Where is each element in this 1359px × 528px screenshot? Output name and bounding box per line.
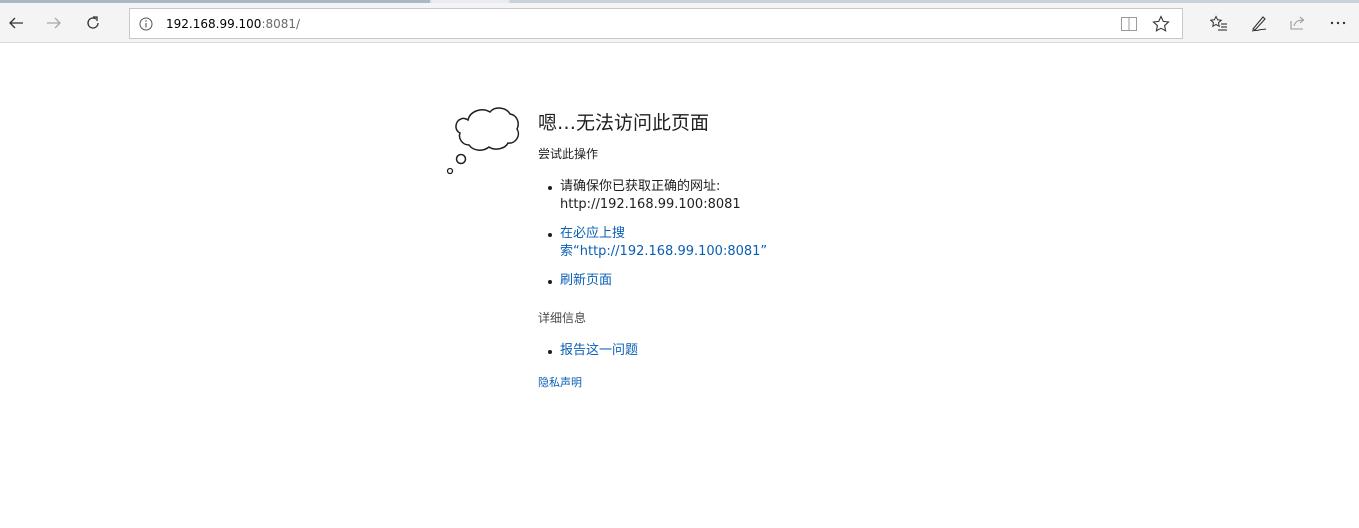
share-button[interactable] — [1282, 7, 1314, 39]
share-icon — [1290, 16, 1305, 30]
forward-arrow-icon — [47, 17, 61, 29]
details-list: 报告这一问题 — [538, 342, 938, 360]
details-heading: 详细信息 — [538, 311, 587, 325]
search-bing-link[interactable]: 在必应上搜 索“http://192.168.99.100:8081” — [560, 225, 938, 261]
more-icon — [1330, 21, 1346, 25]
pen-icon — [1251, 16, 1267, 32]
favorites-hub-button[interactable] — [1203, 7, 1235, 39]
address-bar[interactable]: 192.168.99.100:8081/ — [129, 8, 1183, 39]
refresh-icon — [87, 16, 99, 29]
more-button[interactable] — [1322, 7, 1354, 39]
back-arrow-icon — [9, 17, 23, 29]
error-main: 嗯…无法访问此页面 尝试此操作 请确保你已获取正确的网址: http://192… — [538, 110, 938, 390]
browser-toolbar: 192.168.99.100:8081/ — [0, 3, 1359, 43]
reading-view-icon[interactable] — [1120, 16, 1138, 32]
notes-button[interactable] — [1243, 7, 1275, 39]
back-button[interactable] — [0, 7, 32, 39]
list-item: 刷新页面 — [538, 272, 938, 290]
favorites-list-icon — [1210, 15, 1227, 31]
list-item: 在必应上搜 索“http://192.168.99.100:8081” — [538, 225, 938, 261]
forward-button[interactable] — [38, 7, 70, 39]
page-title: 嗯…无法访问此页面 — [538, 112, 710, 134]
info-icon[interactable] — [139, 17, 153, 31]
list-item: 请确保你已获取正确的网址: http://192.168.99.100:8081 — [538, 178, 938, 214]
thought-cloud-icon — [446, 107, 520, 175]
refresh-button[interactable] — [77, 7, 109, 39]
star-icon[interactable] — [1152, 15, 1170, 33]
list-item: 报告这一问题 — [538, 342, 938, 360]
suggestion-list: 请确保你已获取正确的网址: http://192.168.99.100:8081… — [538, 178, 938, 290]
privacy-link[interactable]: 隐私声明 — [538, 376, 582, 389]
report-issue-link[interactable]: 报告这一问题 — [560, 343, 638, 358]
refresh-page-link[interactable]: 刷新页面 — [560, 273, 612, 288]
error-page: 嗯…无法访问此页面 尝试此操作 请确保你已获取正确的网址: http://192… — [0, 44, 1359, 528]
subtitle: 尝试此操作 — [538, 147, 599, 161]
url-text[interactable]: 192.168.99.100:8081/ — [166, 17, 300, 31]
